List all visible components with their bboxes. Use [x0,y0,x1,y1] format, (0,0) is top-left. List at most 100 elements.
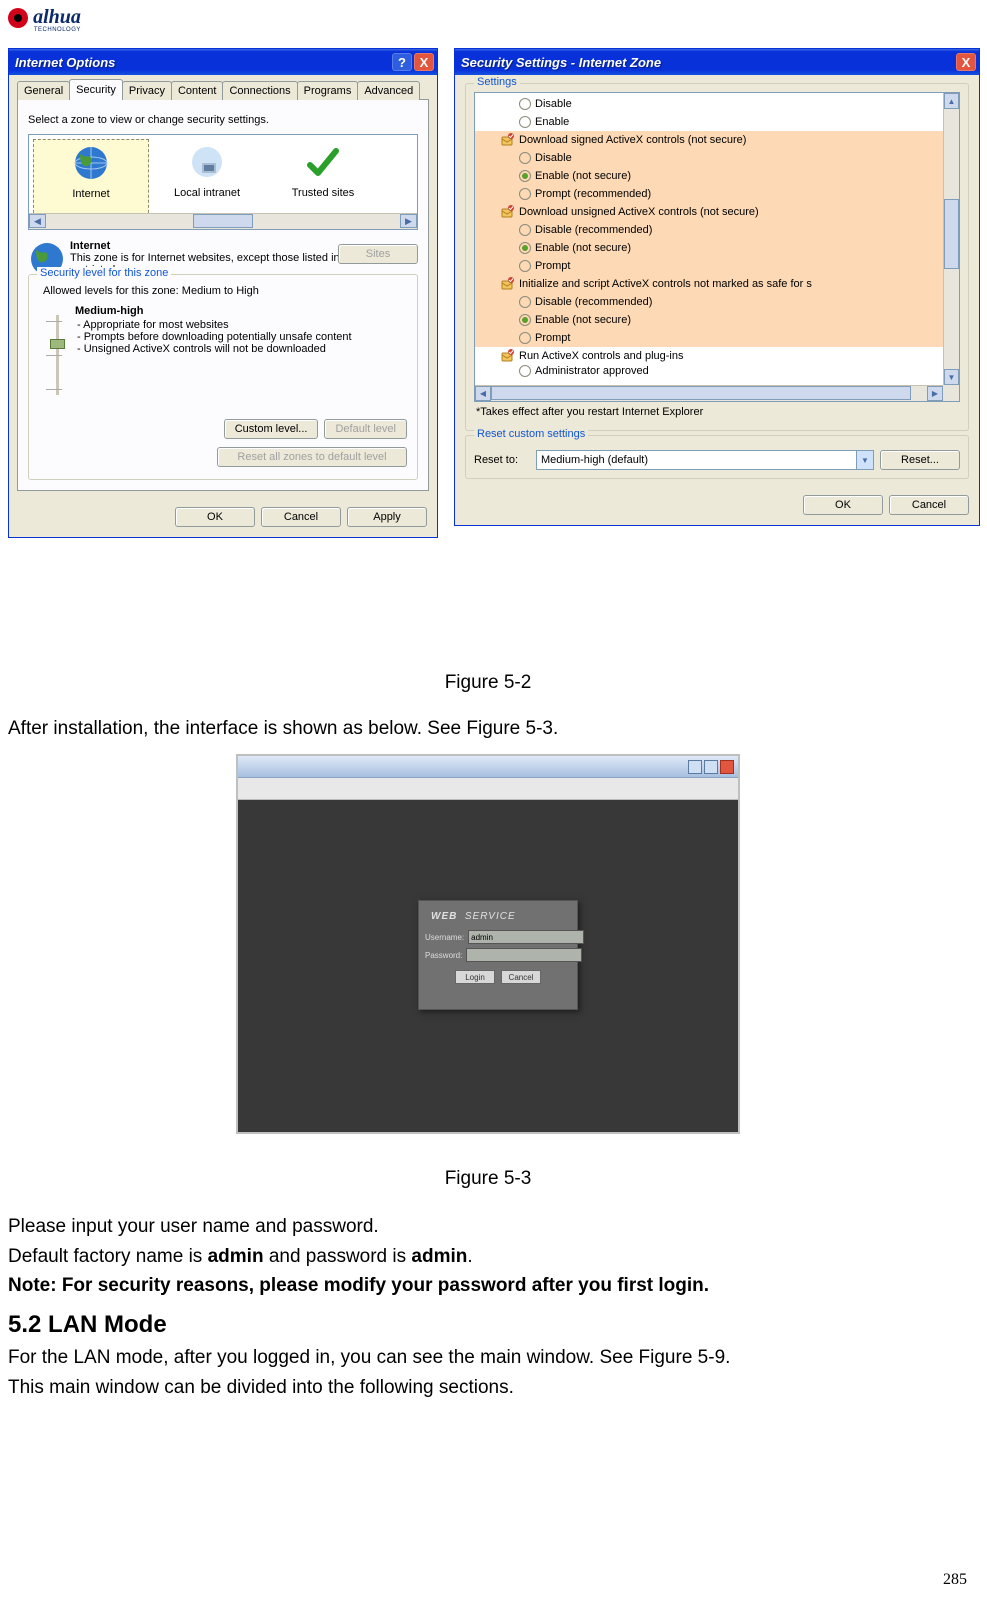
scroll-thumb[interactable] [193,214,253,228]
figure-caption: Figure 5-3 [8,1166,968,1192]
setting-option[interactable]: Enable (not secure) [475,239,959,257]
radio-icon[interactable] [519,188,531,200]
setting-option[interactable]: Enable [475,113,959,131]
zone-name: Internet [70,240,110,252]
setting-category: Download unsigned ActiveX controls (not … [475,203,959,221]
tab-privacy[interactable]: Privacy [122,81,172,100]
setting-option[interactable]: Disable (recommended) [475,221,959,239]
scroll-thumb[interactable] [944,199,959,269]
security-slider[interactable] [39,305,75,405]
radio-icon[interactable] [519,314,531,326]
ok-button[interactable]: OK [803,495,883,515]
cancel-button[interactable]: Cancel [889,495,969,515]
radio-icon[interactable] [519,332,531,344]
radio-icon[interactable] [519,296,531,308]
slider-thumb-icon[interactable] [50,339,65,349]
close-icon[interactable] [720,760,734,774]
radio-icon[interactable] [519,152,531,164]
option-label: Enable [535,116,569,128]
radio-icon[interactable] [519,242,531,254]
password-input[interactable] [466,948,582,962]
tab-security[interactable]: Security [69,79,123,100]
tab-advanced[interactable]: Advanced [357,81,420,100]
scroll-right-icon[interactable]: ▶ [400,214,417,228]
zone-internet[interactable]: Internet [33,139,149,223]
default-level-button: Default level [324,419,407,439]
option-label: Enable (not secure) [535,314,631,326]
reset-dropdown[interactable]: Medium-high (default) ▼ [536,450,874,470]
option-label: Disable (recommended) [535,296,652,308]
logo-eye-icon [8,8,28,28]
custom-level-button[interactable]: Custom level... [224,419,319,439]
chevron-down-icon[interactable]: ▼ [856,451,873,469]
setting-option[interactable]: Prompt (recommended) [475,185,959,203]
settings-group: Settings DisableEnableDownload signed Ac… [465,83,969,431]
radio-icon[interactable] [519,365,531,377]
scroll-thumb[interactable] [491,386,911,400]
setting-option[interactable]: Enable (not secure) [475,311,959,329]
radio-icon[interactable] [519,260,531,272]
page-number: 285 [943,1571,967,1589]
browser-toolbar [238,778,738,800]
zone-scrollbar[interactable]: ◀ ▶ [29,213,417,229]
logo-subtext: TECHNOLOGY [8,27,81,33]
login-button[interactable]: Login [455,970,495,984]
globe-icon [72,144,110,182]
setting-option[interactable]: Disable [475,149,959,167]
tab-programs[interactable]: Programs [297,81,359,100]
login-panel: WEB SERVICE Username: Password: Login Ca… [418,900,578,1010]
option-label: Disable [535,152,572,164]
option-label: Disable [535,98,572,110]
category-label: Download unsigned ActiveX controls (not … [519,206,759,218]
help-button[interactable]: ? [392,53,412,71]
cancel-button[interactable]: Cancel [501,970,541,984]
intranet-icon [188,143,226,181]
minimize-icon[interactable] [688,760,702,774]
close-button[interactable]: X [414,53,434,71]
maximize-icon[interactable] [704,760,718,774]
logo-text: alhua [33,6,81,29]
setting-option[interactable]: Prompt [475,257,959,275]
setting-option[interactable]: Disable [475,95,959,113]
allowed-levels: Allowed levels for this zone: Medium to … [43,285,407,297]
cancel-button[interactable]: Cancel [261,507,341,527]
tab-content[interactable]: Content [171,81,224,100]
sites-button: Sites [338,244,418,264]
close-button[interactable]: X [956,53,976,71]
reset-button[interactable]: Reset... [880,450,960,470]
setting-option[interactable]: Prompt [475,329,959,347]
zone-label: Internet [72,188,109,200]
setting-option[interactable]: Administrator approved [475,365,959,377]
option-label: Administrator approved [535,365,649,377]
scroll-up-icon[interactable]: ▲ [944,93,959,109]
apply-button[interactable]: Apply [347,507,427,527]
titlebar: Internet Options ? X [9,49,437,75]
level-point: - Appropriate for most websites [77,319,407,331]
level-description: Medium-high - Appropriate for most websi… [75,305,407,405]
scroll-left-icon[interactable]: ◀ [29,214,46,228]
tab-connections[interactable]: Connections [222,81,297,100]
settings-legend: Settings [474,76,520,88]
level-point: - Unsigned ActiveX controls will not be … [77,343,407,355]
vertical-scrollbar[interactable]: ▲ ▼ [943,93,959,385]
body-text: Please input your user name and password… [8,1214,968,1240]
horizontal-scrollbar[interactable]: ◀ ▶ [475,385,943,401]
radio-icon[interactable] [519,98,531,110]
scroll-left-icon[interactable]: ◀ [475,386,491,401]
group-legend: Security level for this zone [37,267,171,279]
radio-icon[interactable] [519,224,531,236]
radio-icon[interactable] [519,170,531,182]
ok-button[interactable]: OK [175,507,255,527]
scroll-right-icon[interactable]: ▶ [927,386,943,401]
tab-general[interactable]: General [17,81,70,100]
setting-option[interactable]: Enable (not secure) [475,167,959,185]
titlebar: Security Settings - Internet Zone X [455,49,979,75]
dropdown-value: Medium-high (default) [541,454,648,466]
username-input[interactable] [468,930,584,944]
username-label: Username: [425,933,464,942]
setting-option[interactable]: Disable (recommended) [475,293,959,311]
scroll-down-icon[interactable]: ▼ [944,369,959,385]
zone-instruction: Select a zone to view or change security… [28,114,418,126]
webservice-heading: WEB SERVICE [431,911,571,922]
radio-icon[interactable] [519,116,531,128]
